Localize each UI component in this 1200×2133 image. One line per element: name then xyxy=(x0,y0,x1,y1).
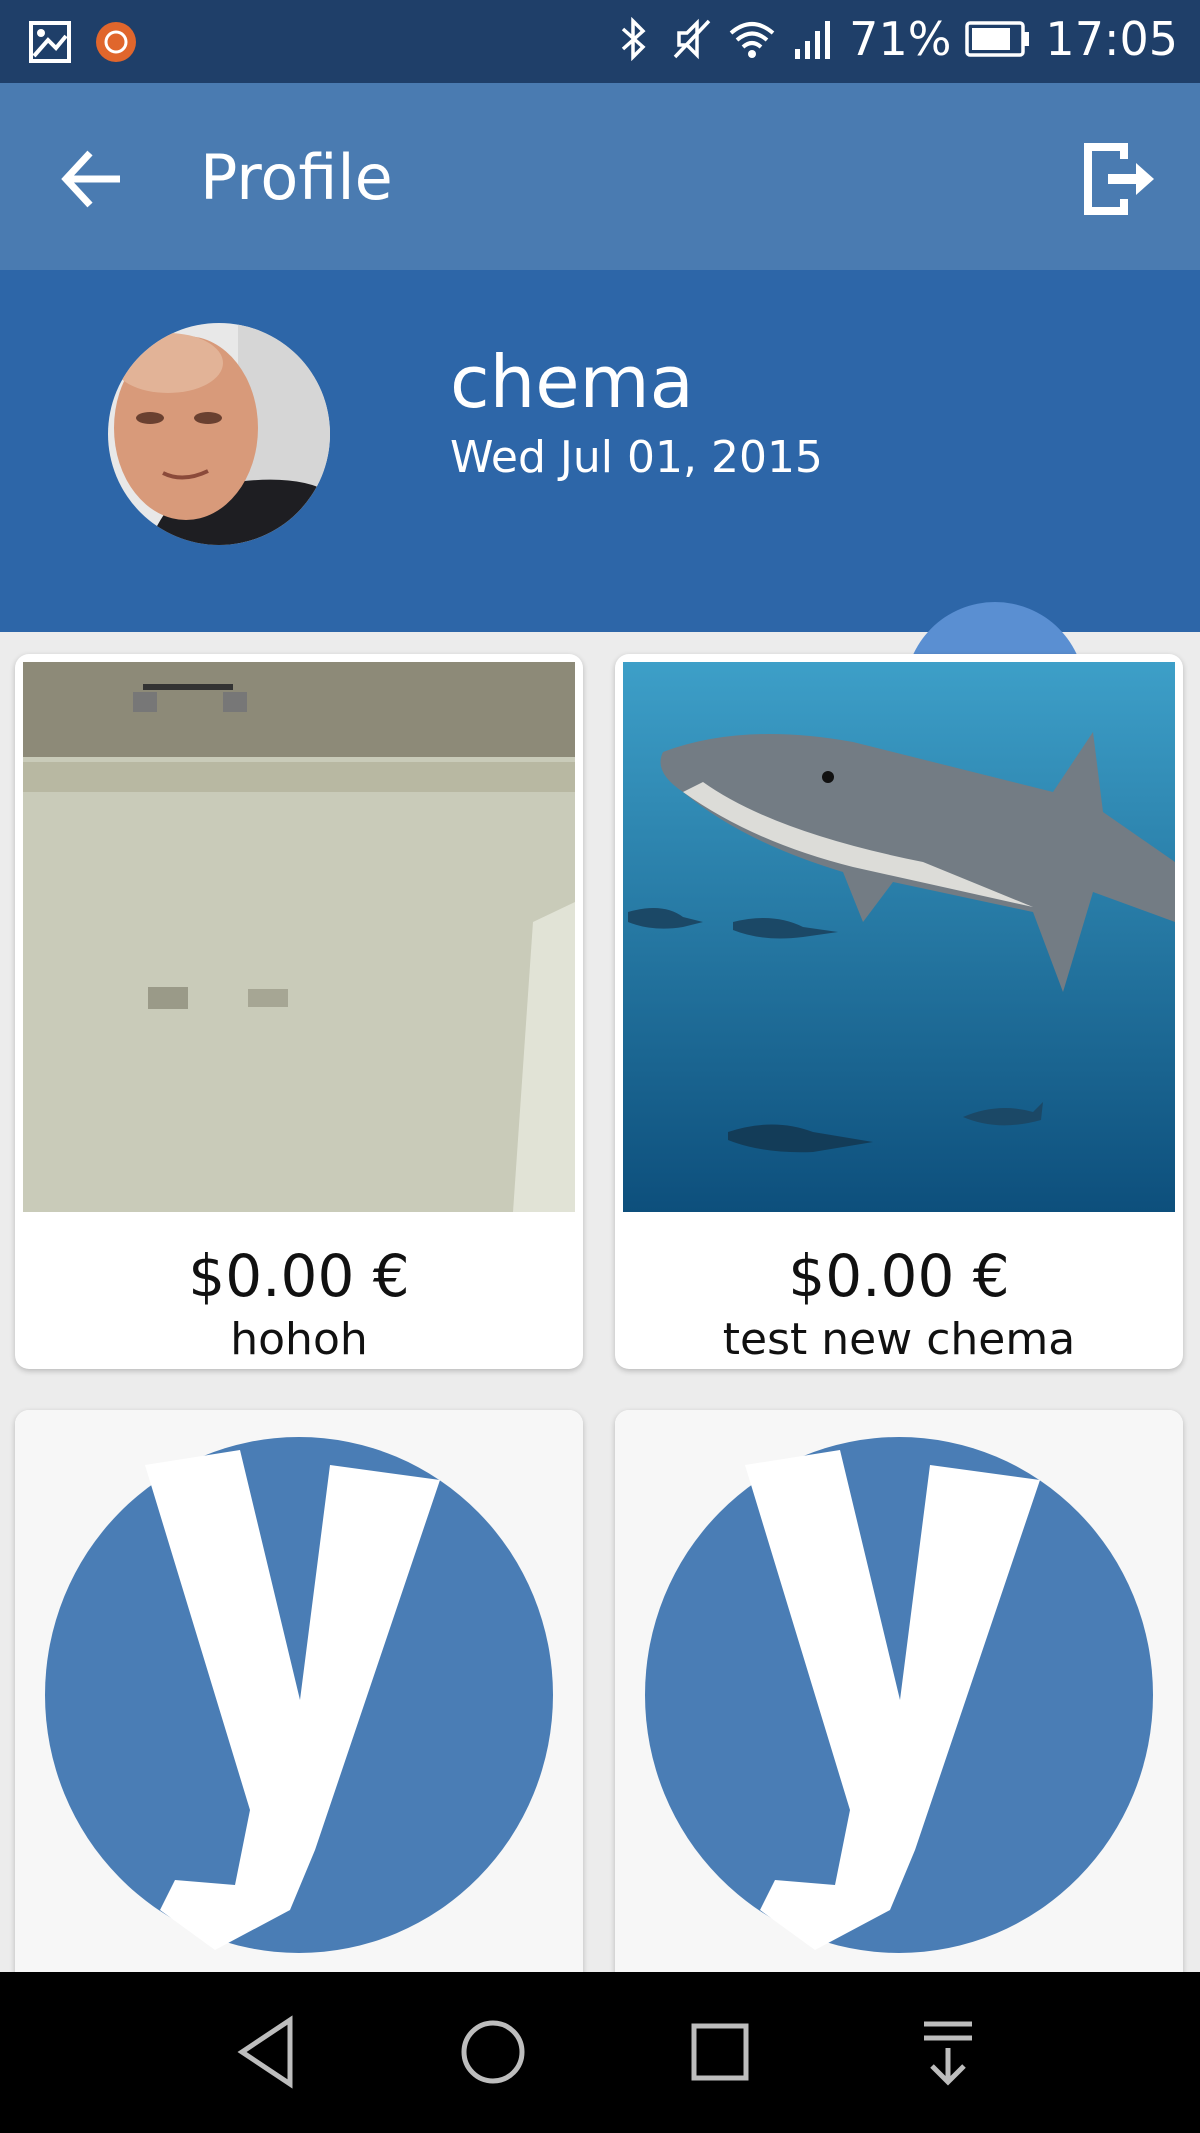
product-card[interactable]: $0.00 € hohoh xyxy=(15,654,583,1369)
battery-percent: 71% xyxy=(849,12,952,66)
muted-icon xyxy=(673,18,711,60)
back-arrow-icon[interactable] xyxy=(58,143,130,215)
product-grid: $0.00 € hohoh $0.00 € test new chema xyxy=(0,632,1200,1972)
status-bar: 71% 17:05 xyxy=(0,0,1200,83)
product-price: $0.00 € xyxy=(788,1242,1010,1310)
notification-pull-down-icon[interactable] xyxy=(908,2012,988,2092)
wifi-icon xyxy=(729,22,775,58)
signal-icon xyxy=(795,21,831,59)
product-image-y-logo xyxy=(15,1410,583,1972)
profile-join-date: Wed Jul 01, 2015 xyxy=(450,432,823,483)
product-price: $0.00 € xyxy=(188,1242,410,1310)
clock: 17:05 xyxy=(1045,12,1178,66)
product-image-y-logo xyxy=(615,1410,1183,1972)
bluetooth-icon xyxy=(622,17,646,61)
product-card[interactable] xyxy=(15,1410,583,1972)
nav-recents-icon[interactable] xyxy=(680,2012,760,2092)
logout-icon[interactable] xyxy=(1078,139,1158,219)
product-image-room xyxy=(23,662,575,1212)
page-title: Profile xyxy=(200,141,393,214)
gallery-notification-icon xyxy=(29,21,71,63)
product-name: hohoh xyxy=(230,1314,368,1365)
app-bar: Profile xyxy=(0,83,1200,270)
product-card[interactable]: $0.00 € test new chema xyxy=(615,654,1183,1369)
product-image-shark xyxy=(623,662,1175,1212)
product-name: test new chema xyxy=(722,1314,1076,1365)
system-navigation-bar xyxy=(0,1972,1200,2133)
avatar[interactable] xyxy=(108,323,330,545)
battery-icon xyxy=(965,21,1030,57)
app-notification-icon xyxy=(96,22,136,62)
profile-header: chema Wed Jul 01, 2015 xyxy=(0,270,1200,632)
product-card[interactable] xyxy=(615,1410,1183,1972)
nav-back-icon[interactable] xyxy=(228,2012,308,2092)
nav-home-icon[interactable] xyxy=(453,2012,533,2092)
profile-username: chema xyxy=(450,340,694,424)
